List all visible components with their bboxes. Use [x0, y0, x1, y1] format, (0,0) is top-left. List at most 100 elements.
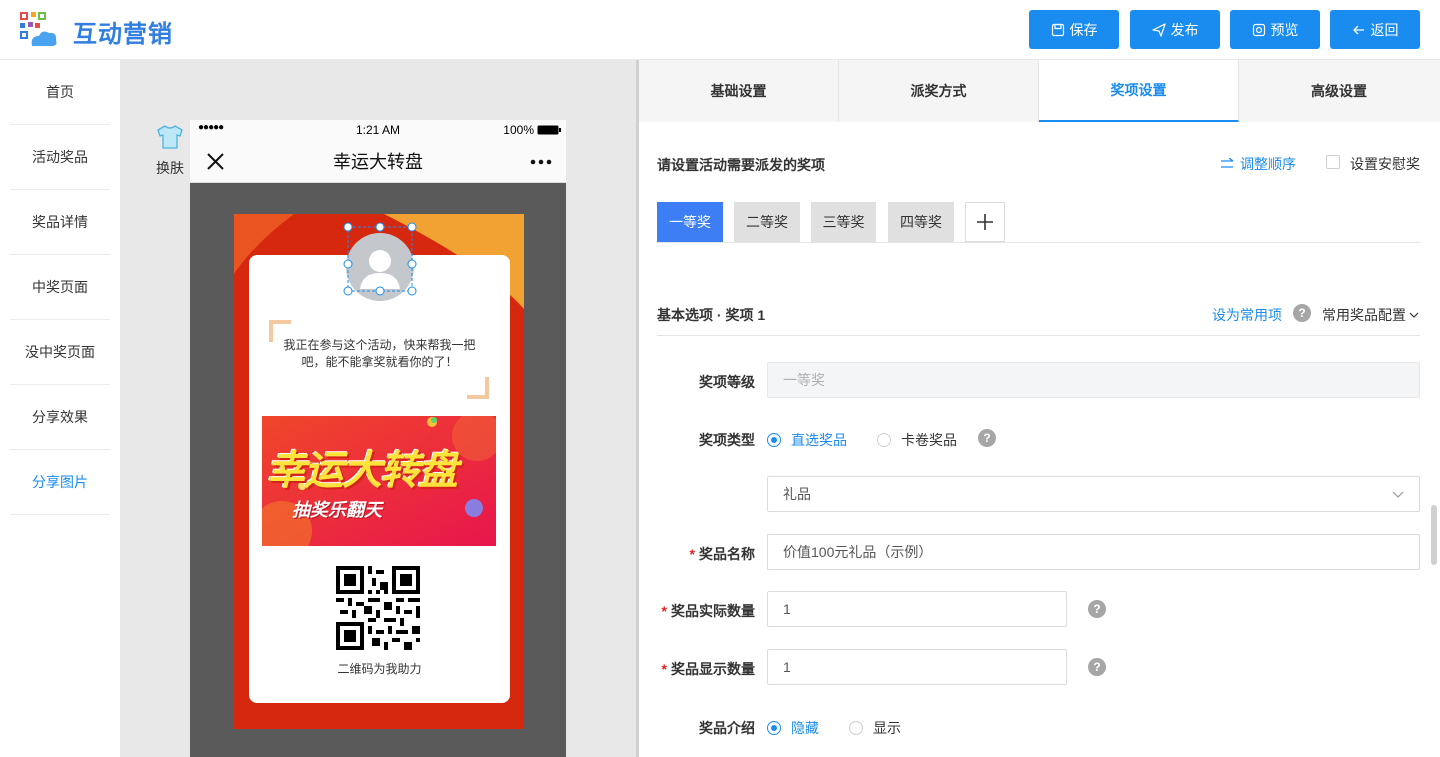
prize-tab-second[interactable]: 二等奖 [734, 202, 800, 242]
intro-radio-show[interactable]: 显示 [849, 718, 901, 738]
back-label: 返回 [1370, 21, 1399, 38]
panel-scrollbar[interactable] [1431, 505, 1437, 565]
common-config-dropdown[interactable]: 常用奖品配置 [1322, 305, 1419, 325]
send-icon [1151, 22, 1166, 37]
lucky-wheel-banner: 幸运大转盘 抽奖乐翻天 [262, 416, 496, 546]
consolation-label: 设置安慰奖 [1350, 156, 1420, 172]
skin-label: 换肤 [156, 160, 184, 176]
skin-button[interactable]: 换肤 [152, 124, 188, 178]
required-mark: * [689, 546, 695, 562]
settings-panel: 基础设置 派奖方式 奖项设置 高级设置 请设置活动需要派发的奖项 调整顺序 设置… [639, 60, 1440, 757]
intro-option-show: 显示 [873, 720, 901, 736]
intro-label: 奖品介绍 [699, 720, 755, 736]
phone-page-title: 幸运大转盘 [333, 152, 423, 172]
prize-tab-first[interactable]: 一等奖 [657, 202, 723, 242]
prize-tab-third[interactable]: 三等奖 [811, 202, 876, 242]
radio-dot [877, 433, 891, 447]
add-prize-button[interactable] [965, 202, 1005, 242]
battery-icon [537, 125, 561, 135]
publish-button[interactable]: 发布 [1130, 10, 1220, 49]
quote-corner-bottom-right [467, 377, 489, 399]
app-header: 互动营销 保存 发布 预览 返回 [0, 0, 1440, 60]
phone-preview: ●●●●● 1:21 AM 100% 幸运大转盘 我正在参与这个活动，快来帮我一… [190, 120, 566, 757]
type-option-card: 卡卷奖品 [901, 432, 957, 448]
tab-distribution-method[interactable]: 派奖方式 [839, 60, 1039, 122]
battery-percent: 100% [503, 123, 534, 137]
consolation-checkbox[interactable] [1326, 155, 1340, 169]
tab-basic-settings[interactable]: 基础设置 [639, 60, 839, 122]
level-label: 奖项等级 [699, 374, 755, 390]
save-button[interactable]: 保存 [1029, 10, 1119, 49]
invite-text-line-2: 吧，能不能拿奖就看你的了！ [301, 355, 458, 369]
nav-item-share-effect[interactable]: 分享效果 [10, 385, 110, 450]
invite-text-line-1: 我正在参与这个活动，快来帮我一把 [283, 338, 476, 352]
preview-icon [1252, 23, 1265, 36]
chevron-down-icon [1392, 491, 1404, 498]
category-select[interactable]: 礼品 [767, 476, 1420, 512]
left-nav: 首页 活动奖品 奖品详情 中奖页面 没中奖页面 分享效果 分享图片 [0, 60, 120, 757]
display-qty-label: * 奖品显示数量 [639, 659, 755, 679]
name-field[interactable]: 价值100元礼品（示例） [767, 534, 1420, 570]
invite-text: 我正在参与这个活动，快来帮我一把 吧，能不能拿奖就看你的了！ [277, 337, 482, 371]
reorder-label: 调整顺序 [1240, 156, 1296, 172]
preview-button[interactable]: 预览 [1230, 10, 1320, 49]
radio-dot [767, 721, 781, 735]
type-radio-card[interactable]: 卡卷奖品 [877, 430, 957, 450]
common-config-label: 常用奖品配置 [1322, 307, 1406, 323]
save-icon [1051, 23, 1064, 36]
basic-options-title: 基本选项 · 奖项 1 [657, 307, 766, 323]
nav-item-lose-page[interactable]: 没中奖页面 [10, 320, 110, 385]
app-title: 互动营销 [73, 21, 173, 48]
banner-subtitle: 抽奖乐翻天 [292, 500, 382, 520]
share-poster: 我正在参与这个活动，快来帮我一把 吧，能不能拿奖就看你的了！ 幸运大转盘 抽奖乐… [234, 214, 524, 729]
back-button[interactable]: 返回 [1330, 10, 1420, 49]
poster-card: 我正在参与这个活动，快来帮我一把 吧，能不能拿奖就看你的了！ 幸运大转盘 抽奖乐… [249, 222, 510, 703]
name-label: * 奖品名称 [639, 544, 755, 564]
tshirt-icon [157, 125, 183, 149]
required-mark: * [661, 661, 667, 677]
plus-icon [977, 214, 993, 230]
prize-tab-fourth[interactable]: 四等奖 [888, 202, 954, 242]
nav-item-win-page[interactable]: 中奖页面 [10, 255, 110, 320]
reorder-link[interactable]: 调整顺序 [1220, 154, 1296, 174]
nav-item-activity-prizes[interactable]: 活动奖品 [10, 125, 110, 190]
prize-heading: 请设置活动需要派发的奖项 [657, 157, 825, 173]
radio-dot [849, 721, 863, 735]
phone-status-bar: ●●●●● 1:21 AM 100% [190, 120, 566, 140]
phone-title-bar: 幸运大转盘 [190, 140, 566, 183]
category-value: 礼品 [783, 486, 811, 502]
help-icon[interactable]: ? [1088, 658, 1106, 676]
intro-radio-hide[interactable]: 隐藏 [767, 718, 819, 738]
app-logo-icon [20, 12, 57, 46]
nav-item-share-image[interactable]: 分享图片 [10, 450, 110, 515]
more-icon[interactable] [530, 159, 552, 165]
settings-tabs: 基础设置 派奖方式 奖项设置 高级设置 [639, 60, 1440, 122]
intro-option-hide: 隐藏 [791, 720, 819, 736]
qr-label: 二维码为我助力 [337, 662, 422, 676]
qr-code [336, 566, 420, 650]
type-radio-direct[interactable]: 直选奖品 [767, 430, 847, 450]
help-icon[interactable]: ? [978, 429, 996, 447]
save-label: 保存 [1069, 21, 1098, 38]
display-qty-label-text: 奖品显示数量 [671, 661, 755, 677]
banner-title: 幸运大转盘 [266, 449, 458, 493]
set-common-link[interactable]: 设为常用项 [1212, 305, 1282, 325]
tab-advanced-settings[interactable]: 高级设置 [1239, 60, 1439, 122]
level-field[interactable]: 一等奖 [767, 362, 1420, 398]
tab-prize-settings[interactable]: 奖项设置 [1039, 60, 1239, 122]
actual-qty-field[interactable]: 1 [767, 591, 1067, 627]
nav-item-prize-details[interactable]: 奖品详情 [10, 190, 110, 255]
required-mark: * [661, 603, 667, 619]
selection-handles[interactable] [343, 222, 417, 296]
chevron-down-icon [1409, 312, 1419, 318]
arrow-left-icon [1352, 25, 1364, 34]
type-option-direct: 直选奖品 [791, 432, 847, 448]
help-icon[interactable]: ? [1088, 600, 1106, 618]
tabs-divider [657, 242, 1420, 243]
radio-dot [767, 433, 781, 447]
help-icon[interactable]: ? [1293, 304, 1311, 322]
publish-label: 发布 [1170, 21, 1199, 38]
display-qty-field[interactable]: 1 [767, 649, 1067, 685]
actual-qty-label: * 奖品实际数量 [639, 601, 755, 621]
nav-item-home[interactable]: 首页 [10, 60, 110, 125]
